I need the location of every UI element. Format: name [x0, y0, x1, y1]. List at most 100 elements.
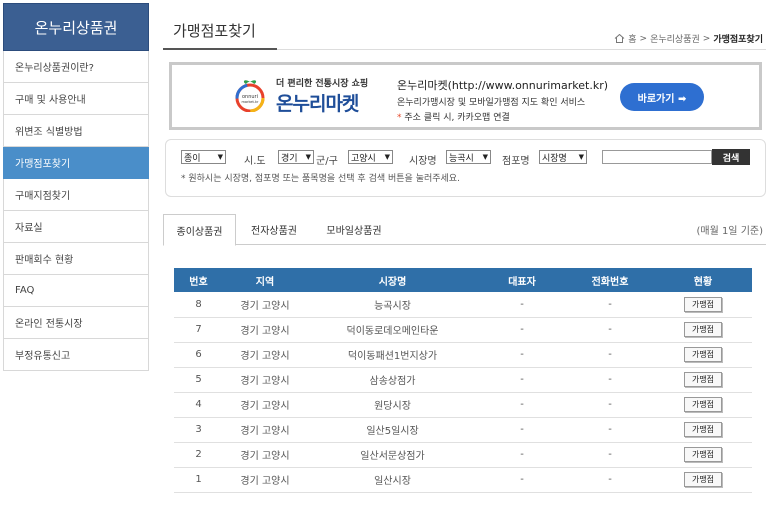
table-row: 3 경기 고양시 일산5일시장 - - 가맹점: [174, 417, 752, 443]
breadcrumb-current: 가맹점포찾기: [713, 35, 763, 45]
onnuri-market-logo: onnuri market.kr: [235, 80, 265, 112]
banner-tagline: 더 편리한 전통시장 쇼핑: [276, 79, 369, 89]
store-list-button[interactable]: 가맹점: [684, 372, 722, 387]
sidebar-item-sales-status[interactable]: 판매회수 현황: [3, 243, 149, 275]
header-tel: 전화번호: [566, 268, 654, 292]
banner-description: 온누리가맹시장 및 모바일가맹점 지도 확인 서비스: [397, 98, 586, 108]
store-list-button[interactable]: 가맹점: [684, 322, 722, 337]
cell-region: 경기 고양시: [223, 367, 307, 393]
tab-mobile[interactable]: 모바일상품권: [313, 214, 395, 245]
cell-market: 덕이동패션1번지상가: [307, 342, 478, 368]
sidebar-item-counterfeit[interactable]: 위변조 식별방법: [3, 115, 149, 147]
chevron-down-icon: ▼: [578, 153, 584, 161]
cell-no: 2: [174, 442, 223, 468]
cell-tel: -: [566, 417, 654, 443]
tab-paper[interactable]: 종이상품권: [163, 214, 236, 246]
cell-region: 경기 고양시: [223, 392, 307, 418]
banner-brand: 온누리마켓: [276, 93, 359, 115]
table-row: 8 경기 고양시 능곡시장 - - 가맹점: [174, 292, 752, 318]
cell-market: 능곡시장: [307, 292, 478, 318]
sidebar-item-purchase-guide[interactable]: 구매 및 사용안내: [3, 83, 149, 115]
cell-no: 6: [174, 342, 223, 368]
gift-type-select[interactable]: 종이 ▼: [181, 150, 226, 164]
cell-rep: -: [478, 342, 566, 368]
svg-text:market.kr: market.kr: [242, 100, 260, 104]
cell-market: 일산5일시장: [307, 417, 478, 443]
market-label: 시장명: [409, 156, 437, 167]
header-status: 현황: [654, 268, 752, 292]
cell-tel: -: [566, 317, 654, 343]
cell-market: 원당시장: [307, 392, 478, 418]
onnuri-market-banner[interactable]: onnuri market.kr 더 편리한 전통시장 쇼핑 온누리마켓 온누리…: [169, 62, 762, 130]
table-header-row: 번호 지역 시장명 대표자 전화번호 현황: [174, 268, 752, 292]
cell-market: 덕이동로데오메인타운: [307, 317, 478, 343]
sidebar-item-online-market[interactable]: 온라인 전통시장: [3, 307, 149, 339]
cell-tel: -: [566, 467, 654, 493]
store-list-button[interactable]: 가맹점: [684, 422, 722, 437]
gift-type-tabs: 종이상품권 전자상품권 모바일상품권: [163, 214, 766, 246]
store-value: 시장명: [542, 153, 567, 164]
breadcrumb-separator: >: [639, 33, 648, 44]
cell-region: 경기 고양시: [223, 292, 307, 318]
gugun-select[interactable]: 고양시 ▼: [348, 150, 393, 164]
table-row: 6 경기 고양시 덕이동패션1번지상가 - - 가맹점: [174, 342, 752, 368]
cell-no: 7: [174, 317, 223, 343]
breadcrumb-section[interactable]: 온누리상품권: [650, 32, 700, 45]
breadcrumb-home[interactable]: 홈: [628, 32, 636, 45]
cell-market: 일산서문상점가: [307, 442, 478, 468]
store-select[interactable]: 시장명 ▼: [539, 150, 587, 164]
cell-no: 1: [174, 467, 223, 493]
cell-rep: -: [478, 317, 566, 343]
sidebar-item-about[interactable]: 온누리상품권이란?: [3, 51, 149, 83]
banner-url: 온누리마켓(http://www.onnurimarket.kr): [397, 79, 609, 92]
cell-no: 3: [174, 417, 223, 443]
sido-value: 경기: [281, 153, 298, 164]
cell-market: 일산시장: [307, 467, 478, 493]
cell-rep: -: [478, 367, 566, 393]
sidebar-item-faq[interactable]: FAQ: [3, 275, 149, 307]
tab-electronic[interactable]: 전자상품권: [239, 214, 309, 245]
sidebar: 온누리상품권 온누리상품권이란? 구매 및 사용안내 위변조 식별방법 가맹점포…: [3, 3, 149, 371]
store-table: 번호 지역 시장명 대표자 전화번호 현황 8 경기 고양시 능곡시장 - - …: [174, 268, 752, 493]
chevron-down-icon: ▼: [384, 153, 390, 161]
cell-rep: -: [478, 292, 566, 318]
cell-status: 가맹점: [654, 317, 752, 343]
search-input[interactable]: [602, 150, 712, 164]
gift-type-value: 종이: [184, 153, 201, 164]
cell-region: 경기 고양시: [223, 417, 307, 443]
breadcrumb: 홈 > 온누리상품권 > 가맹점포찾기: [614, 32, 763, 45]
header-no: 번호: [174, 268, 223, 292]
breadcrumb-separator: >: [702, 33, 711, 44]
home-icon[interactable]: [614, 34, 625, 43]
sidebar-item-archive[interactable]: 자료실: [3, 211, 149, 243]
table-row: 7 경기 고양시 덕이동로데오메인타운 - - 가맹점: [174, 317, 752, 343]
tab-note: (매월 1일 기준): [696, 226, 763, 237]
cell-tel: -: [566, 367, 654, 393]
store-list-button[interactable]: 가맹점: [684, 472, 722, 487]
sidebar-item-report[interactable]: 부정유통신고: [3, 339, 149, 371]
header-market: 시장명: [307, 268, 478, 292]
cell-status: 가맹점: [654, 392, 752, 418]
store-list-button[interactable]: 가맹점: [684, 296, 722, 312]
cell-region: 경기 고양시: [223, 342, 307, 368]
cell-no: 4: [174, 392, 223, 418]
cell-rep: -: [478, 417, 566, 443]
sidebar-item-find-store[interactable]: 가맹점포찾기: [3, 147, 149, 179]
cell-rep: -: [478, 467, 566, 493]
store-list-button[interactable]: 가맹점: [684, 347, 722, 362]
banner-note-text: 주소 클릭 시, 카카오맵 연결: [404, 113, 510, 123]
cell-tel: -: [566, 292, 654, 318]
go-button[interactable]: 바로가기 ➡: [620, 83, 704, 111]
cell-rep: -: [478, 392, 566, 418]
sidebar-item-find-branch[interactable]: 구매지점찾기: [3, 179, 149, 211]
store-list-button[interactable]: 가맹점: [684, 447, 722, 462]
search-hint: * 원하시는 시장명, 점포명 또는 품목명을 선택 후 검색 버튼을 눌러주세…: [181, 174, 460, 184]
gugun-label: 군/구: [316, 156, 338, 167]
star-icon: *: [397, 113, 402, 123]
search-button[interactable]: 검색: [712, 149, 750, 165]
market-select[interactable]: 능곡시 ▼: [446, 150, 491, 164]
store-list-button[interactable]: 가맹점: [684, 397, 722, 412]
cell-region: 경기 고양시: [223, 442, 307, 468]
cell-status: 가맹점: [654, 417, 752, 443]
sido-select[interactable]: 경기 ▼: [278, 150, 314, 164]
